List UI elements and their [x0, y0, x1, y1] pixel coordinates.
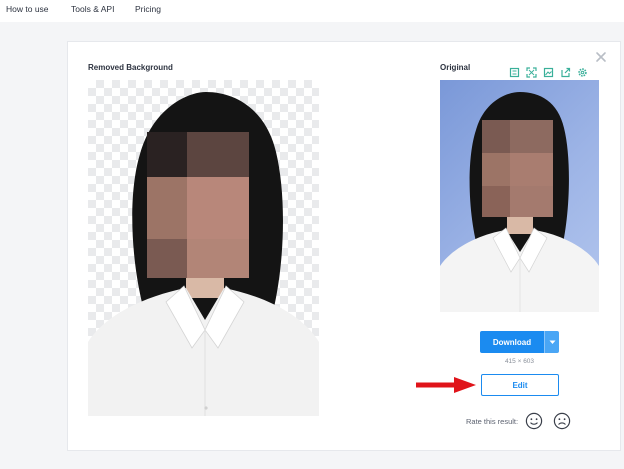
nav-how-to-use[interactable]: How to use	[6, 4, 49, 14]
original-preview	[440, 80, 599, 312]
top-navigation: How to use Tools & API Pricing	[0, 0, 624, 22]
download-dropdown-button[interactable]	[544, 331, 559, 353]
image-toolbar	[509, 67, 588, 81]
close-icon[interactable]	[595, 51, 607, 63]
person-cutout-image	[88, 92, 319, 416]
original-photo-image	[440, 92, 599, 312]
removed-background-preview	[88, 80, 319, 416]
result-card: Removed Background Original Download 415…	[67, 41, 621, 451]
smile-icon[interactable]	[525, 412, 543, 430]
download-button[interactable]: Download	[480, 331, 544, 353]
removed-background-title: Removed Background	[88, 63, 173, 72]
edit-button[interactable]: Edit	[481, 374, 559, 396]
caret-down-icon	[549, 340, 555, 344]
image-dimensions: 415 × 603	[504, 358, 535, 365]
settings-icon[interactable]	[577, 67, 588, 78]
rate-result-label: Rate this result:	[466, 417, 519, 426]
red-arrow-icon	[416, 377, 476, 393]
nav-pricing[interactable]: Pricing	[135, 4, 161, 14]
image-icon[interactable]	[543, 67, 554, 78]
frown-icon[interactable]	[553, 412, 571, 430]
expand-icon[interactable]	[526, 67, 537, 78]
share-icon[interactable]	[560, 67, 571, 78]
nav-tools-api[interactable]: Tools & API	[71, 4, 114, 14]
crop-icon[interactable]	[509, 67, 520, 78]
original-title: Original	[440, 63, 471, 72]
